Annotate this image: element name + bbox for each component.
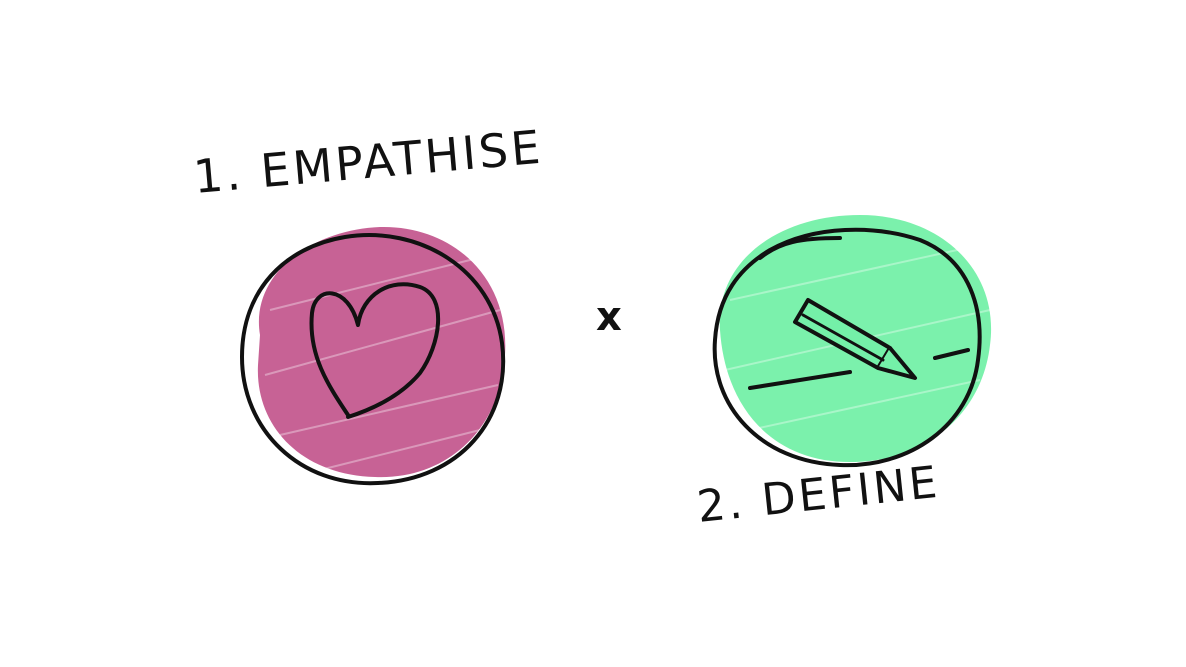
- diagram-canvas: 1. EMPATHISE x 2. DEFINE: [0, 0, 1186, 667]
- empathise-badge: [239, 226, 506, 486]
- stage-label-empathise: 1. EMPATHISE: [191, 119, 546, 204]
- operator-symbol: x: [596, 294, 622, 340]
- define-badge: [712, 215, 992, 468]
